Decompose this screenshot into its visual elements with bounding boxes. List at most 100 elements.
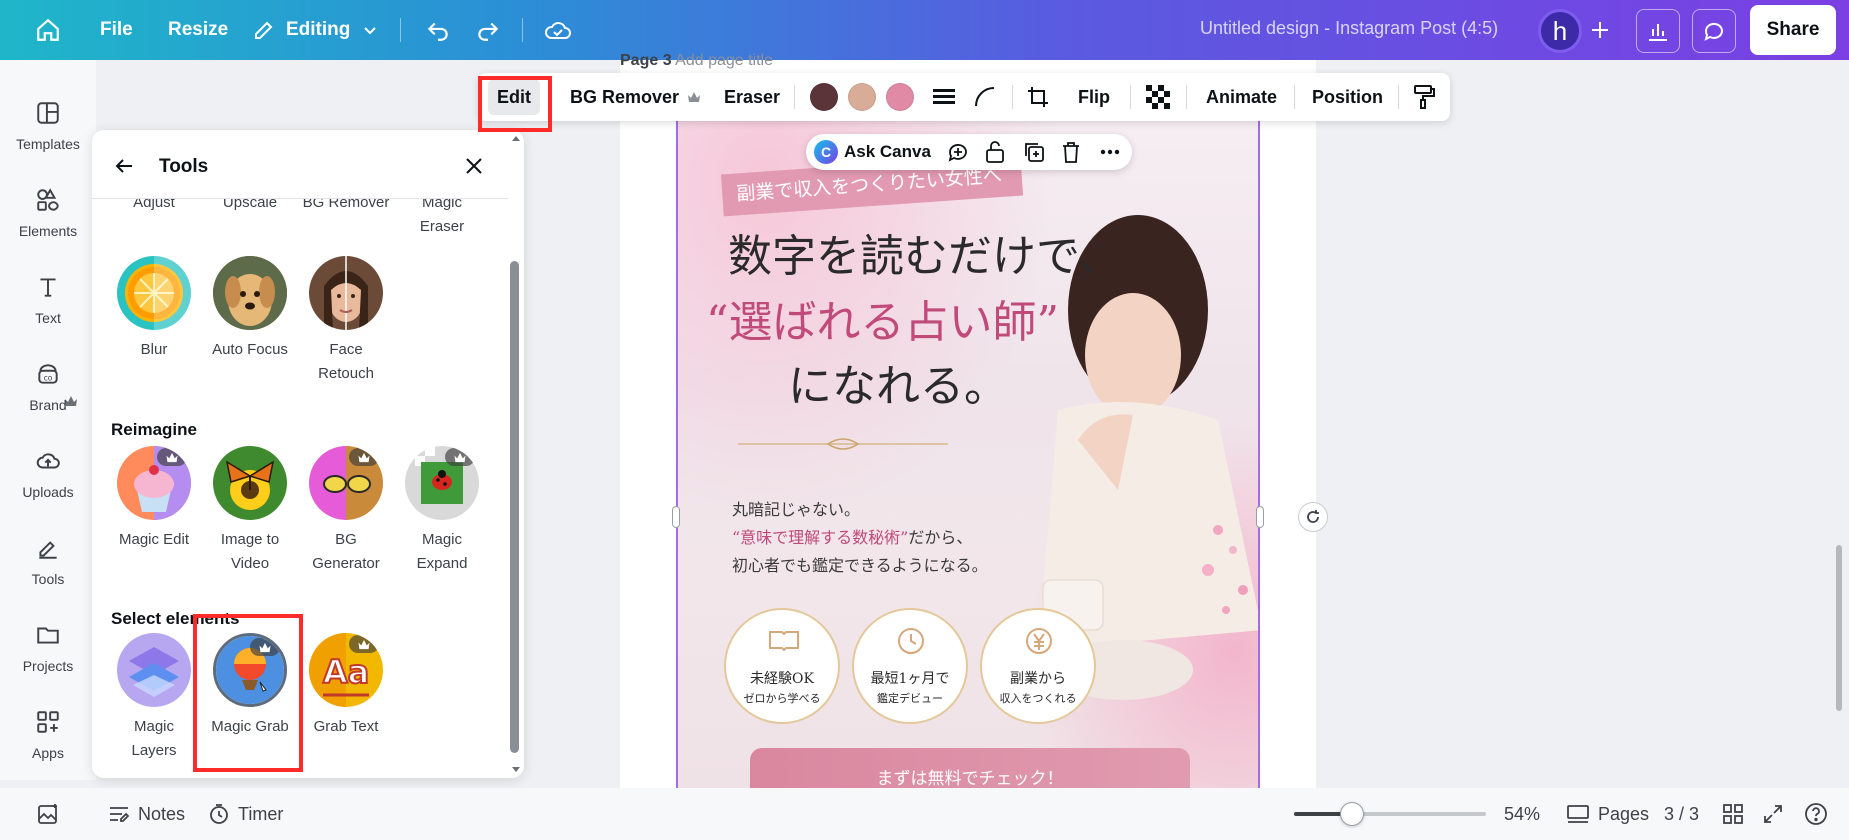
highlight-magic-grab bbox=[193, 614, 303, 772]
editing-mode-label: Editing bbox=[286, 19, 351, 40]
rail-label: Apps bbox=[32, 745, 64, 761]
more-options-icon[interactable] bbox=[1098, 140, 1122, 164]
canvas-scrollbar-thumb[interactable] bbox=[1836, 545, 1842, 711]
ask-canva-button[interactable]: Ask Canva bbox=[844, 142, 931, 162]
cloud-saved-icon[interactable] bbox=[538, 10, 578, 50]
lock-icon[interactable] bbox=[984, 140, 1006, 164]
panel-scrollbar-thumb[interactable] bbox=[510, 261, 519, 753]
zoom-slider-thumb[interactable] bbox=[1340, 802, 1364, 826]
rail-item-elements[interactable]: Elements bbox=[0, 177, 96, 257]
magic-layers-thumbnail bbox=[117, 633, 191, 707]
rotate-icon bbox=[1304, 508, 1322, 526]
element-toolbar: Edit BG Remover Eraser Flip Animate Posi… bbox=[478, 73, 1450, 121]
tool-grab-text[interactable]: Aa Grab Text bbox=[298, 633, 394, 739]
page-label[interactable]: Page 3 Add page title bbox=[620, 52, 773, 70]
tool-label-adjust[interactable]: Adjust bbox=[106, 199, 202, 215]
transparency-icon[interactable] bbox=[1146, 73, 1170, 121]
tool-magic-expand[interactable]: Magic Expand bbox=[394, 446, 490, 576]
editing-mode-dropdown[interactable]: Editing bbox=[252, 10, 378, 50]
animate-button[interactable]: Animate bbox=[1206, 73, 1277, 121]
home-icon[interactable] bbox=[28, 10, 68, 50]
rail-item-tools[interactable]: Tools bbox=[0, 525, 96, 605]
color-swatch-1[interactable] bbox=[810, 83, 838, 111]
undo-icon[interactable] bbox=[418, 10, 458, 50]
grid-view-icon[interactable] bbox=[1722, 788, 1744, 840]
flip-button[interactable]: Flip bbox=[1078, 73, 1110, 121]
headline-line-1: 数字を読むだけで、 bbox=[728, 231, 1123, 282]
zoom-percentage[interactable]: 54% bbox=[1504, 788, 1540, 840]
crop-icon[interactable] bbox=[1026, 73, 1050, 121]
svg-text:Aa: Aa bbox=[323, 653, 369, 691]
tool-image-to-video[interactable]: Image to Video bbox=[202, 446, 298, 576]
border-style-icon[interactable] bbox=[932, 73, 956, 121]
add-collaborator-icon[interactable] bbox=[1580, 10, 1620, 50]
magic-media-icon[interactable] bbox=[36, 788, 60, 840]
fullscreen-icon[interactable] bbox=[1762, 788, 1784, 840]
canva-logo-icon: C bbox=[814, 140, 838, 164]
tool-blur[interactable]: Blur bbox=[106, 256, 202, 362]
rail-item-brand[interactable]: co Brand bbox=[0, 351, 96, 431]
corner-rounding-icon[interactable] bbox=[974, 73, 996, 121]
rail-item-apps[interactable]: Apps bbox=[0, 699, 96, 779]
eraser-button[interactable]: Eraser bbox=[724, 73, 780, 121]
trash-icon[interactable] bbox=[1060, 140, 1082, 164]
elements-icon bbox=[35, 187, 61, 213]
color-swatch-2[interactable] bbox=[848, 83, 876, 111]
tool-label: Grab Text bbox=[313, 718, 379, 735]
toolbar-divider bbox=[400, 18, 401, 42]
tool-label: Auto Focus bbox=[212, 341, 288, 358]
resize-handle-left[interactable] bbox=[672, 506, 680, 528]
rail-item-text[interactable]: Text bbox=[0, 264, 96, 344]
tool-magic-layers[interactable]: Magic Layers bbox=[106, 633, 202, 763]
user-avatar[interactable]: h bbox=[1538, 9, 1582, 53]
resize-button[interactable]: Resize bbox=[164, 10, 232, 50]
badge-debut: 最短1ヶ月で 鑑定デビュー bbox=[852, 608, 968, 724]
back-arrow-icon[interactable] bbox=[112, 154, 136, 178]
file-menu-button[interactable]: File bbox=[96, 10, 137, 50]
tool-bg-generator[interactable]: BG Generator bbox=[298, 446, 394, 576]
design-artwork[interactable]: 副業で収入をつくりたい女性へ 数字を読むだけで、 “選ばれる占い師” になれる。… bbox=[676, 110, 1260, 788]
comments-button[interactable] bbox=[1692, 9, 1736, 53]
headline-line-2: “選ばれる占い師” bbox=[706, 297, 1059, 348]
rail-item-projects[interactable]: Projects bbox=[0, 612, 96, 692]
tool-label: Face Retouch bbox=[318, 341, 374, 382]
tool-magic-edit[interactable]: Magic Edit bbox=[106, 446, 202, 552]
ask-canva-bar: C Ask Canva bbox=[806, 134, 1132, 170]
body-line-2: “意味で理解する数秘術”だから、 bbox=[732, 528, 973, 547]
tool-auto-focus[interactable]: Auto Focus bbox=[202, 256, 298, 362]
insights-button[interactable] bbox=[1636, 9, 1680, 53]
redo-icon[interactable] bbox=[468, 10, 508, 50]
add-comment-icon[interactable] bbox=[946, 140, 970, 164]
document-title[interactable]: Untitled design - Instagram Post (4:5) bbox=[1200, 18, 1498, 39]
help-icon[interactable] bbox=[1804, 788, 1828, 840]
tool-label-eraser[interactable]: Eraser bbox=[394, 215, 490, 239]
tool-label-magic[interactable]: Magic bbox=[394, 199, 490, 215]
comment-icon bbox=[1702, 19, 1726, 43]
badge-beginner: 未経験OK ゼロから学べる bbox=[724, 608, 840, 724]
rail-item-uploads[interactable]: Uploads bbox=[0, 438, 96, 518]
toolbar-divider bbox=[522, 18, 523, 42]
rotate-handle[interactable] bbox=[1298, 502, 1328, 532]
share-button[interactable]: Share bbox=[1750, 5, 1836, 55]
cta-button[interactable]: まずは無料でチェック！ bbox=[750, 748, 1190, 788]
paint-roller-icon[interactable] bbox=[1412, 73, 1436, 121]
page-title-placeholder[interactable]: Add page title bbox=[675, 52, 773, 69]
tool-face-retouch[interactable]: Face Retouch bbox=[298, 256, 394, 386]
bg-remover-button[interactable]: BG Remover bbox=[570, 73, 701, 121]
premium-crown-badge bbox=[349, 635, 379, 653]
notes-button[interactable]: Notes bbox=[108, 788, 185, 840]
tool-label-upscale[interactable]: Upscale bbox=[202, 199, 298, 215]
color-swatch-3[interactable] bbox=[886, 83, 914, 111]
position-button[interactable]: Position bbox=[1312, 73, 1383, 121]
reimagine-heading: Reimagine bbox=[111, 420, 197, 439]
tool-label: Magic Expand bbox=[416, 531, 468, 572]
rail-item-templates[interactable]: Templates bbox=[0, 90, 96, 170]
timer-button[interactable]: Timer bbox=[208, 788, 283, 840]
tool-label-bg-remover[interactable]: BG Remover bbox=[291, 199, 401, 215]
duplicate-icon[interactable] bbox=[1022, 140, 1046, 164]
resize-handle-right[interactable] bbox=[1256, 506, 1264, 528]
notes-icon bbox=[108, 804, 130, 824]
tools-icon bbox=[35, 535, 61, 561]
close-icon[interactable] bbox=[462, 154, 486, 178]
pages-button[interactable]: Pages bbox=[1566, 788, 1649, 840]
